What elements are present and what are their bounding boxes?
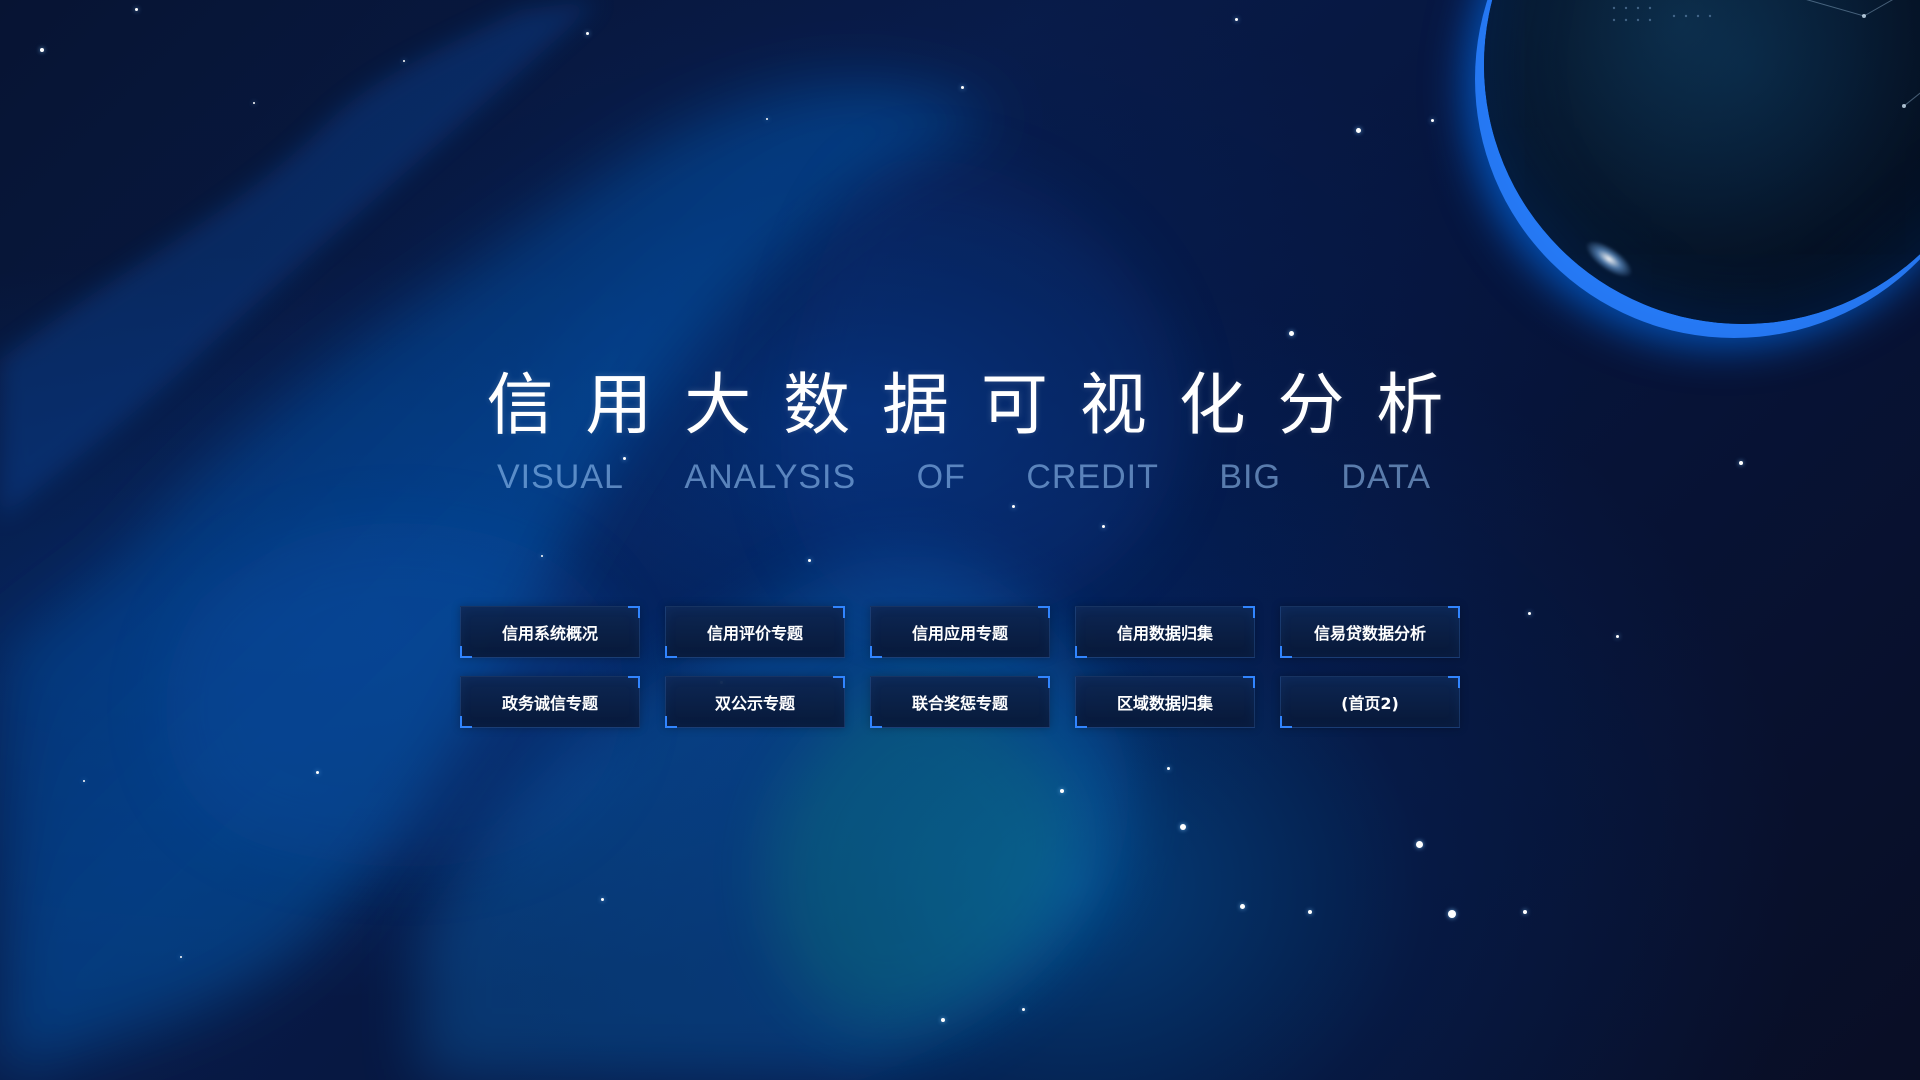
star-icon (1739, 461, 1743, 465)
title-character: 用 (585, 365, 653, 444)
credit-application-topic-button[interactable]: 信用应用专题 (870, 606, 1050, 658)
subtitle-word: ANALYSIS (684, 457, 857, 496)
title-character: 视 (1079, 365, 1147, 444)
title-character: 数 (783, 365, 851, 444)
subtitle-word: VISUAL (497, 457, 624, 496)
star-icon (83, 780, 85, 782)
star-icon (1180, 824, 1186, 830)
star-icon (1240, 904, 1245, 909)
joint-reward-punishment-topic-button[interactable]: 联合奖惩专题 (870, 676, 1050, 728)
star-icon (586, 32, 589, 35)
star-icon (1356, 128, 1361, 133)
star-icon (135, 8, 138, 11)
credit-data-collection-button[interactable]: 信用数据归集 (1075, 606, 1255, 658)
star-icon (766, 118, 768, 120)
credit-system-overview-button[interactable]: 信用系统概况 (460, 606, 640, 658)
star-icon (961, 86, 964, 89)
star-icon (253, 102, 255, 104)
nebula-band (768, 684, 1078, 1023)
star-icon (1431, 119, 1434, 122)
star-icon (180, 956, 182, 958)
regional-data-collection-button[interactable]: 区域数据归集 (1075, 676, 1255, 728)
title-character: 分 (1277, 365, 1345, 444)
title-character: 化 (1178, 365, 1246, 444)
planet-network-icon (1612, 0, 1920, 108)
subtitle-word: DATA (1341, 457, 1431, 496)
star-icon (1523, 910, 1527, 914)
title-character: 析 (1376, 365, 1444, 444)
star-icon (1528, 612, 1531, 615)
title-character: 信 (486, 365, 554, 444)
double-publicity-topic-button[interactable]: 双公示专题 (665, 676, 845, 728)
star-icon (1235, 18, 1238, 21)
star-icon (1289, 331, 1294, 336)
subtitle-word: CREDIT (1026, 457, 1159, 496)
star-icon (1448, 910, 1456, 918)
title-character: 大 (684, 365, 752, 444)
subtitle-word: BIG (1219, 457, 1281, 496)
star-icon (941, 1018, 945, 1022)
page-title: 信 用 大 数 据 可 视 化 分 析 (485, 358, 1445, 444)
star-icon (403, 60, 405, 62)
home-page-two-button[interactable]: (首页2) (1280, 676, 1460, 728)
nebula-band (0, 83, 1000, 1080)
planet-icon (1484, 0, 1920, 324)
government-integrity-topic-button[interactable]: 政务诚信专题 (460, 676, 640, 728)
star-icon (601, 898, 604, 901)
star-icon (1102, 525, 1105, 528)
star-icon (808, 559, 811, 562)
title-character: 据 (882, 365, 949, 444)
topic-menu: 信用系统概况 信用评价专题 信用应用专题 信用数据归集 信易贷数据分析 政务诚信… (460, 606, 1460, 730)
star-icon (1308, 910, 1312, 914)
star-icon (316, 771, 319, 774)
credit-evaluation-topic-button[interactable]: 信用评价专题 (665, 606, 845, 658)
star-icon (1616, 635, 1619, 638)
star-icon (1060, 789, 1064, 793)
subtitle-word: OF (916, 457, 966, 496)
star-icon (1022, 1008, 1025, 1011)
credit-loan-data-analysis-button[interactable]: 信易贷数据分析 (1280, 606, 1460, 658)
title-block: 信 用 大 数 据 可 视 化 分 析 VISUAL ANALYSIS OF C… (485, 358, 1445, 508)
space-background: 信 用 大 数 据 可 视 化 分 析 VISUAL ANALYSIS OF C… (0, 0, 1920, 1080)
star-icon (40, 48, 44, 52)
title-character: 可 (980, 365, 1048, 444)
subtitle: VISUAL ANALYSIS OF CREDIT BIG DATA (497, 456, 1431, 498)
star-icon (541, 555, 543, 557)
star-icon (1416, 841, 1423, 848)
star-icon (1167, 767, 1170, 770)
